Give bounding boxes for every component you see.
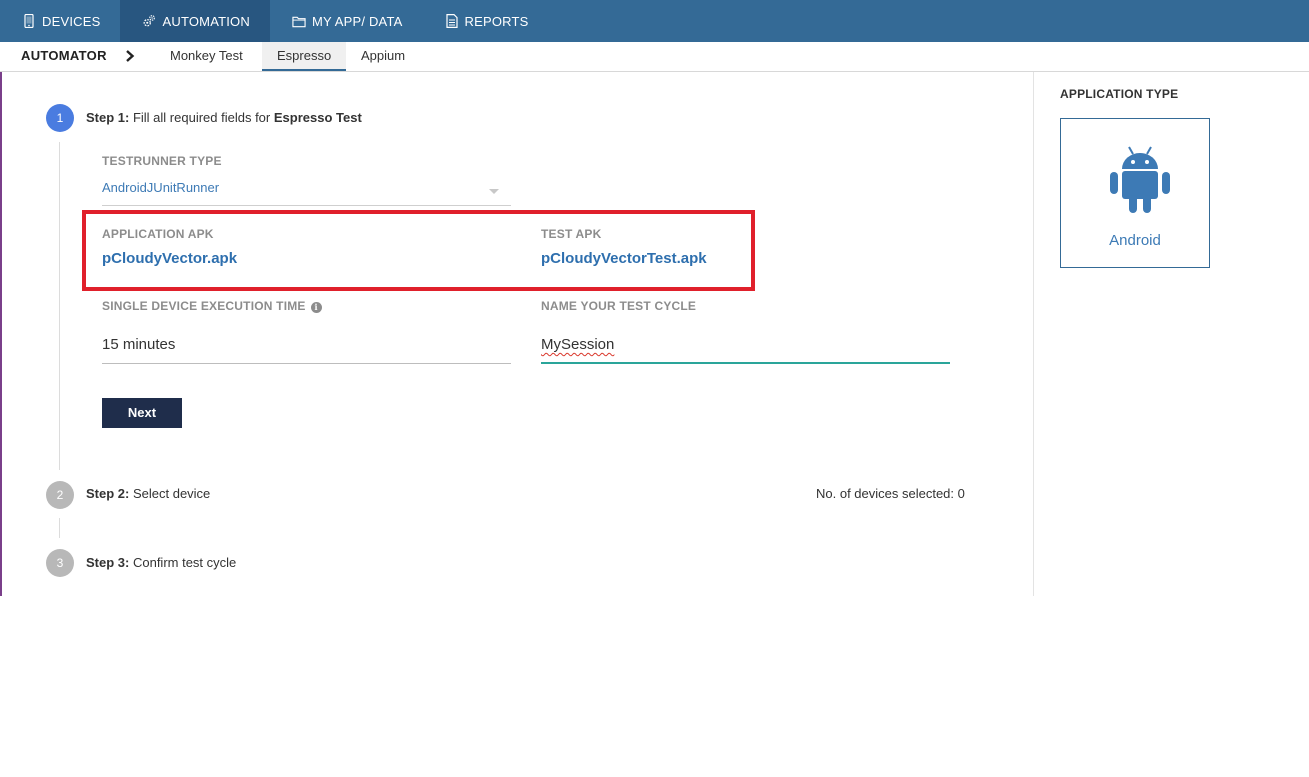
dropdown-caret-icon (489, 189, 499, 194)
nav-reports[interactable]: REPORTS (423, 0, 549, 42)
execution-time-label: SINGLE DEVICE EXECUTION TIME i (102, 299, 322, 313)
step-connector-2 (59, 518, 60, 538)
nav-devices-label: DEVICES (42, 13, 101, 29)
nav-my-app-data[interactable]: MY APP/ DATA (270, 0, 423, 42)
application-apk-value[interactable]: pCloudyVector.apk (102, 250, 237, 267)
tab-monkey-test[interactable]: Monkey Test (155, 42, 258, 71)
testrunner-type-select[interactable]: AndroidJUnitRunner (102, 180, 511, 206)
breadcrumb-automator: AUTOMATOR (21, 48, 107, 63)
step-2-prefix: Step 2: (86, 486, 130, 501)
android-app-type-label: Android (1109, 232, 1161, 249)
step-3-prefix: Step 3: (86, 555, 130, 570)
tab-appium[interactable]: Appium (346, 42, 420, 71)
sub-navigation: AUTOMATOR Monkey Test Espresso Appium (0, 42, 1309, 72)
devices-selected-count: No. of devices selected: 0 (816, 486, 965, 501)
step-connector-1 (59, 142, 60, 470)
nav-automation-label: AUTOMATION (162, 13, 250, 29)
main-content (2, 72, 1034, 596)
step-3-text: Confirm test cycle (132, 555, 237, 570)
step-3-indicator: 3 (46, 549, 74, 577)
application-apk-label: APPLICATION APK (102, 227, 214, 241)
step-2-indicator: 2 (46, 481, 74, 509)
nav-automation[interactable]: AUTOMATION (120, 0, 270, 42)
document-icon (445, 13, 459, 29)
step-1-indicator: 1 (46, 104, 74, 132)
testrunner-type-value: AndroidJUnitRunner (102, 180, 220, 195)
android-app-type-card[interactable]: Android (1060, 118, 1210, 268)
test-apk-value[interactable]: pCloudyVectorTest.apk (541, 250, 707, 267)
top-navigation: DEVICES AUTOMATION MY APP/ DATA REPORTS (0, 0, 1309, 42)
execution-time-value: 15 minutes (102, 336, 176, 353)
test-cycle-name-input[interactable]: MySession (541, 336, 950, 364)
next-button[interactable]: Next (102, 398, 182, 428)
phone-icon (22, 13, 36, 29)
gears-icon (142, 13, 156, 29)
test-apk-label: TEST APK (541, 227, 602, 241)
execution-time-label-text: SINGLE DEVICE EXECUTION TIME (102, 299, 306, 313)
step-1-prefix: Step 1: (86, 110, 130, 125)
application-type-title: APPLICATION TYPE (1060, 87, 1179, 101)
step-2-title[interactable]: Step 2: Select device (86, 486, 210, 501)
folder-icon (292, 13, 306, 29)
step-2-text: Select device (132, 486, 211, 501)
nav-devices[interactable]: DEVICES (0, 0, 120, 42)
info-icon[interactable]: i (310, 302, 322, 313)
chevron-right-icon (124, 48, 136, 64)
android-icon (1109, 145, 1171, 215)
nav-reports-label: REPORTS (464, 13, 529, 29)
step-1-title: Step 1: Fill all required fields for Esp… (86, 110, 362, 125)
test-cycle-name-label: NAME YOUR TEST CYCLE (541, 299, 697, 313)
execution-time-field[interactable]: 15 minutes (102, 336, 511, 364)
step-1-text: Fill all required fields for (132, 110, 271, 125)
tab-espresso[interactable]: Espresso (262, 42, 347, 71)
test-cycle-name-value: MySession (541, 336, 615, 353)
testrunner-type-label: TESTRUNNER TYPE (102, 154, 222, 168)
step-1-emphasis: Espresso Test (273, 110, 362, 125)
nav-my-app-data-label: MY APP/ DATA (311, 13, 403, 29)
step-3-title[interactable]: Step 3: Confirm test cycle (86, 555, 236, 570)
